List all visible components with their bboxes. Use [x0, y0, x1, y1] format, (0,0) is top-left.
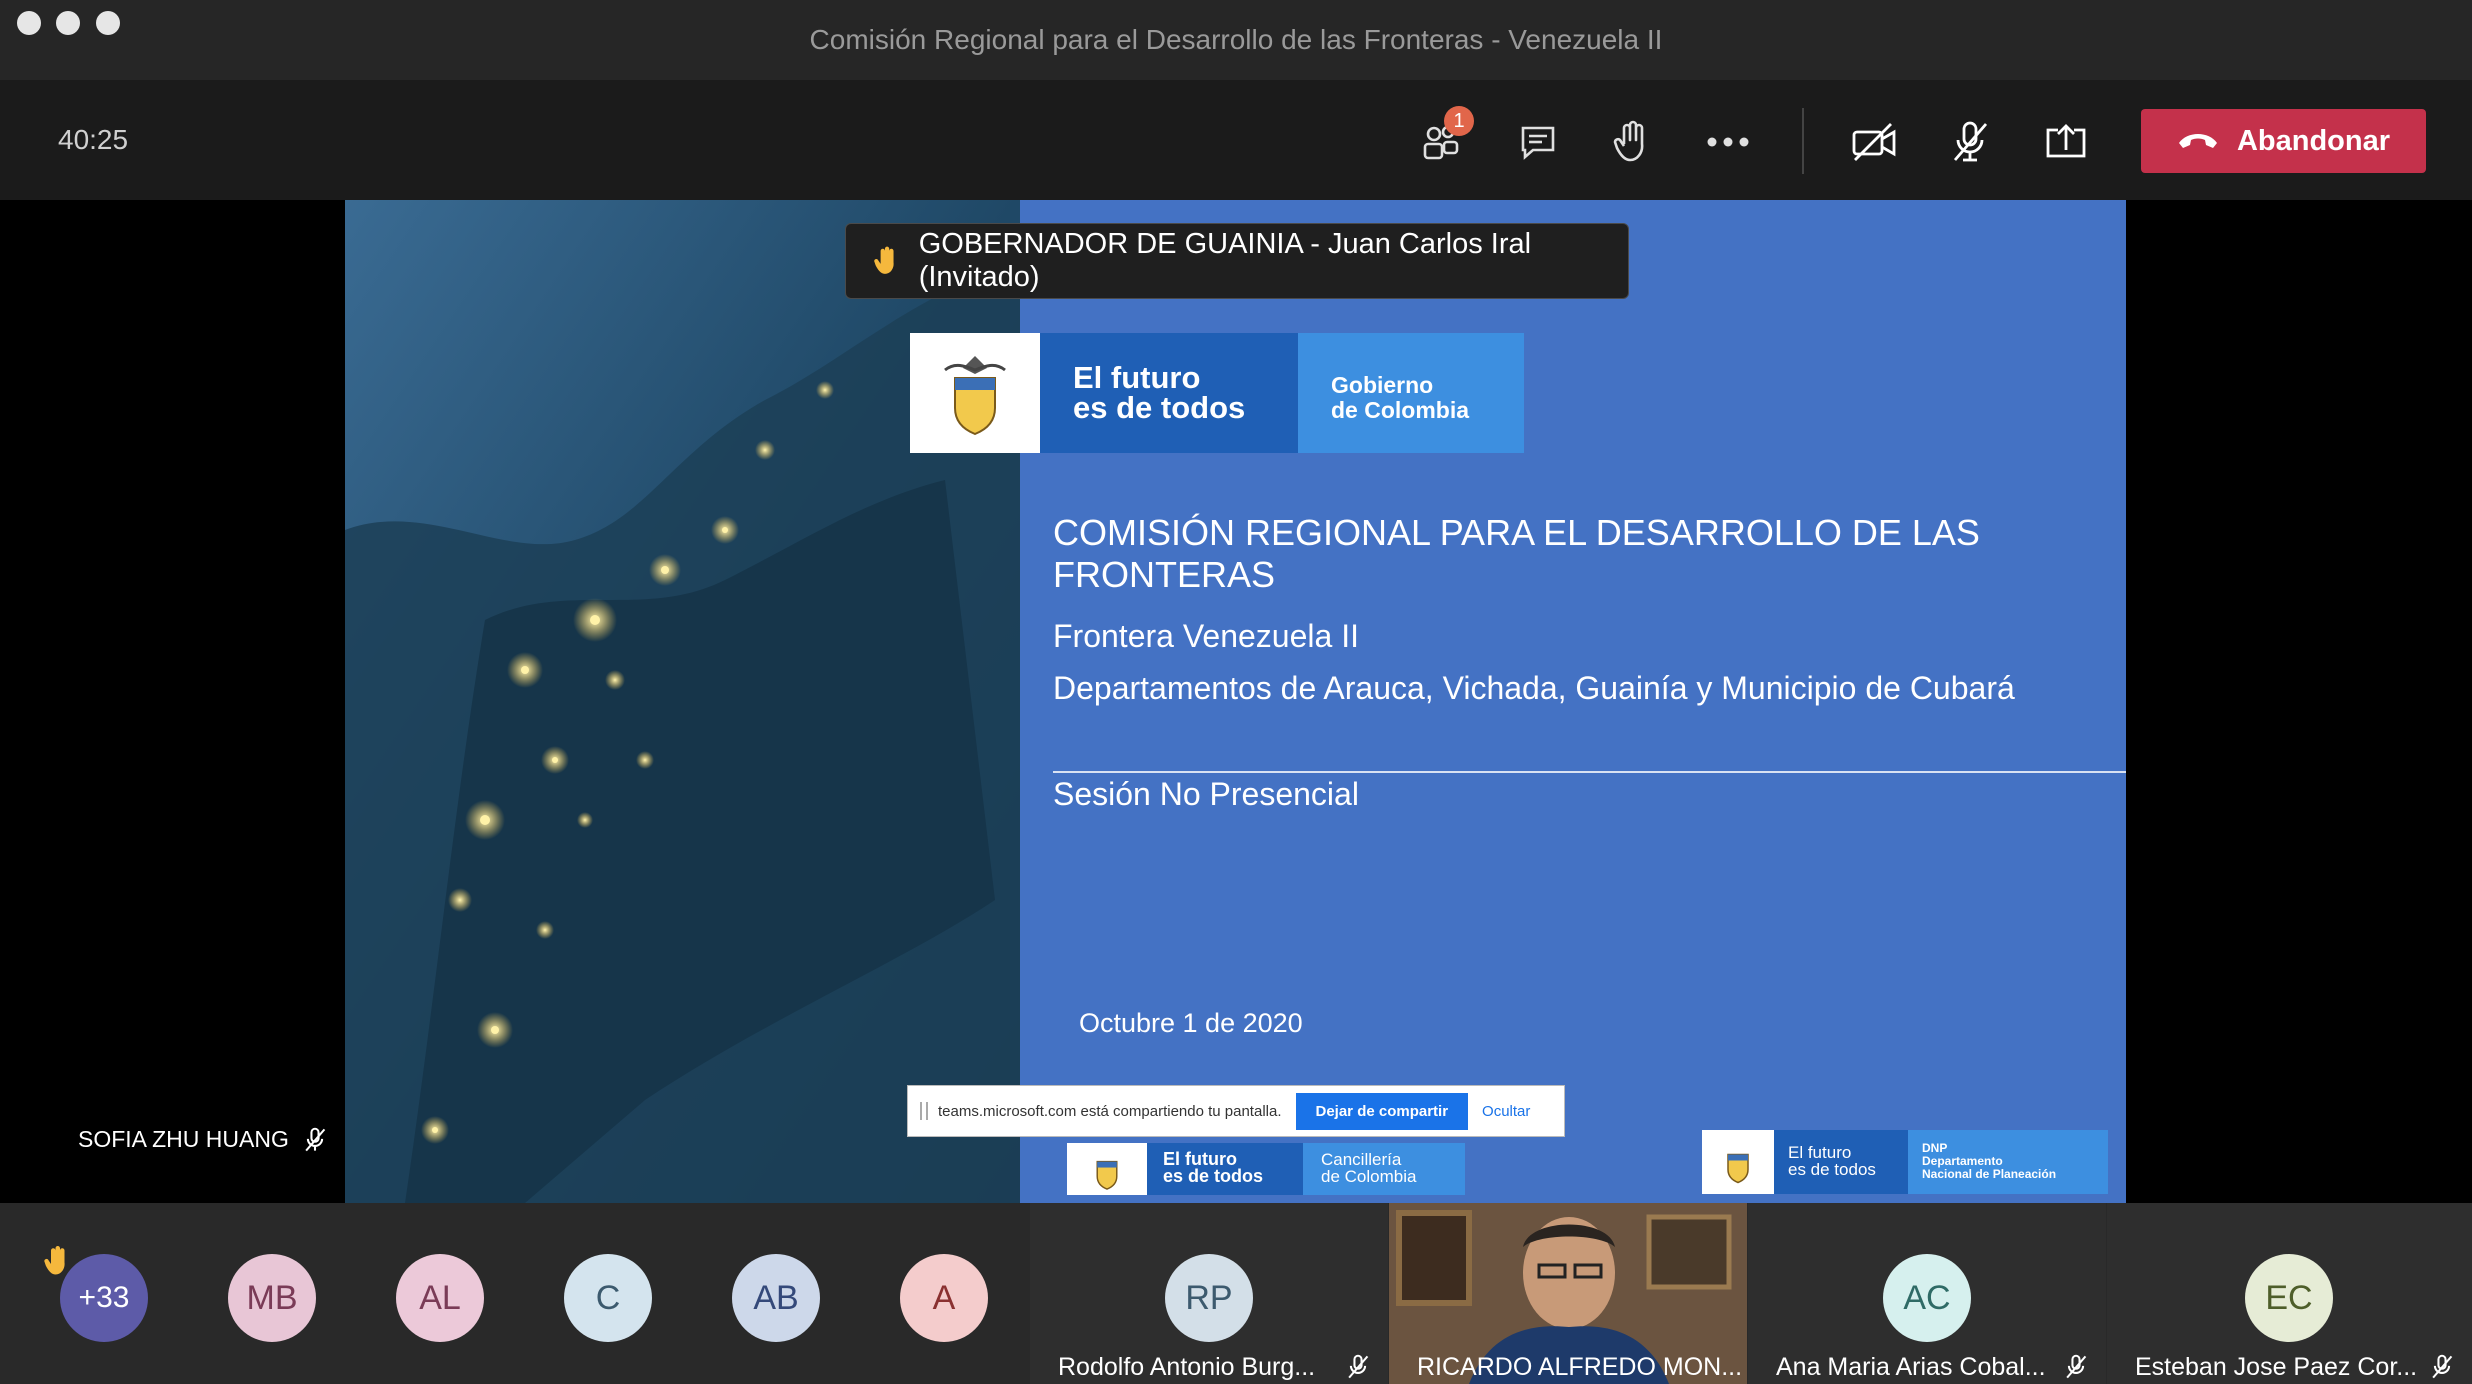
more-participants-button[interactable]: +33 — [60, 1254, 148, 1342]
participant-video-tile[interactable]: RICARDO ALFREDO MON... — [1389, 1203, 1747, 1384]
slide-divider — [1053, 771, 2126, 773]
participants-badge: 1 — [1444, 106, 1474, 136]
participant-tile[interactable]: AC Ana Maria Arias Cobal... — [1748, 1203, 2106, 1384]
chat-icon — [1521, 126, 1555, 160]
meeting-toolbar: 40:25 1 Abandonar — [0, 80, 2472, 200]
footer1-right1: Cancillería — [1321, 1150, 1402, 1169]
mic-off-icon — [1348, 1354, 1369, 1379]
participant-avatar: AC — [1883, 1254, 1971, 1342]
logo-gov-line1: Gobierno — [1331, 372, 1434, 398]
presenter-name: SOFIA ZHU HUANG — [78, 1126, 289, 1152]
mic-toggle-button[interactable] — [1938, 110, 2002, 174]
slide-subtitle: Frontera Venezuela II — [1053, 618, 1359, 654]
government-logo: El futuro es de todos Gobierno de Colomb… — [910, 333, 1524, 453]
participant-name: Esteban Jose Paez Cor... — [2135, 1353, 2418, 1381]
share-screen-button[interactable] — [2034, 110, 2098, 174]
mic-off-icon — [2432, 1354, 2453, 1379]
participant-tile[interactable]: RP Rodolfo Antonio Burg... — [1030, 1203, 1388, 1384]
presenter-label: SOFIA ZHU HUANG — [78, 1126, 327, 1153]
camera-off-icon — [1852, 123, 1896, 161]
mic-off-icon — [1953, 121, 1988, 162]
toolbar-divider — [1802, 108, 1804, 174]
window-title: Comisión Regional para el Desarrollo de … — [809, 24, 1663, 55]
leave-label: Abandonar — [2236, 124, 2391, 157]
footer2-right3: Nacional de Planeación — [1922, 1167, 2057, 1181]
screen-share-notification: teams.microsoft.com está compartiendo tu… — [907, 1085, 1565, 1137]
slide-title: COMISIÓN REGIONAL PARA EL DESARROLLO DE … — [1053, 512, 1980, 595]
more-actions-button[interactable] — [1696, 110, 1760, 174]
footer2-line2: es de todos — [1788, 1160, 1876, 1179]
stop-sharing-button[interactable]: Dejar de compartir — [1295, 1092, 1469, 1130]
participant-avatar[interactable]: AB — [732, 1254, 820, 1342]
logo-gov-line2: de Colombia — [1331, 397, 1470, 423]
mic-off-icon — [2066, 1354, 2087, 1379]
participant-avatar[interactable]: A — [900, 1254, 988, 1342]
slide-session: Sesión No Presencial — [1053, 776, 1359, 812]
camera-toggle-button[interactable] — [1842, 110, 1906, 174]
hide-button[interactable]: Ocultar — [1482, 1103, 1530, 1120]
participant-avatar[interactable]: MB — [228, 1254, 316, 1342]
footer1-line2: es de todos — [1163, 1166, 1264, 1186]
logo-line1: El futuro — [1073, 360, 1201, 395]
coat-of-arms-small-icon — [1702, 1130, 1774, 1194]
shared-content-stage: El futuro es de todos Gobierno de Colomb… — [0, 200, 2472, 1203]
window-titlebar: Comisión Regional para el Desarrollo de … — [0, 0, 2472, 81]
slide-departments: Departamentos de Arauca, Vichada, Guainí… — [1053, 670, 2015, 706]
raised-hand-icon — [874, 246, 894, 274]
participant-tile[interactable]: EC Esteban Jose Paez Cor... — [2107, 1203, 2472, 1384]
logo-line2: es de todos — [1073, 390, 1246, 425]
participant-name: RICARDO ALFREDO MON... — [1417, 1353, 1743, 1381]
footer2-line1: El futuro — [1788, 1143, 1852, 1162]
raised-hand-banner: GOBERNADOR DE GUAINIA - Juan Carlos Iral… — [845, 223, 1629, 299]
coat-of-arms-emblem — [910, 333, 1040, 453]
drag-handle-icon[interactable] — [920, 1102, 928, 1120]
more-icon — [1707, 137, 1749, 147]
mic-off-icon — [305, 1127, 326, 1151]
hand-icon — [1613, 120, 1644, 162]
participant-avatar[interactable]: AL — [396, 1254, 484, 1342]
presentation-slide: El futuro es de todos Gobierno de Colomb… — [345, 200, 2126, 1203]
footer1-right2: de Colombia — [1321, 1167, 1417, 1186]
call-timer: 40:25 — [58, 124, 129, 155]
raised-hand-text: GOBERNADOR DE GUAINIA - Juan Carlos Iral… — [918, 228, 1532, 293]
coat-of-arms-small-icon — [1067, 1143, 1147, 1195]
cancilleria-logo: El futuro es de todos Cancillería de Col… — [1067, 1143, 1465, 1195]
participant-name: Ana Maria Arias Cobal... — [1776, 1353, 2046, 1381]
dnp-logo: El futuro es de todos DNP Departamento N… — [1702, 1130, 2108, 1194]
participant-name: Rodolfo Antonio Burg... — [1058, 1353, 1316, 1381]
participants-button[interactable]: 1 — [1410, 106, 1474, 174]
share-message: teams.microsoft.com está compartiendo tu… — [938, 1102, 1282, 1120]
participant-strip: +33 MB AL C AB A RP Rodolfo Antonio Burg… — [0, 1203, 2472, 1384]
slide-date: Octubre 1 de 2020 — [1079, 1008, 1303, 1038]
participant-avatar: EC — [2245, 1254, 2333, 1342]
leave-call-button[interactable]: Abandonar — [2141, 109, 2426, 173]
chat-button[interactable] — [1506, 110, 1570, 174]
participant-avatar: RP — [1165, 1254, 1253, 1342]
share-screen-icon — [2046, 124, 2086, 158]
raise-hand-button[interactable] — [1600, 110, 1664, 174]
participant-avatar[interactable]: C — [564, 1254, 652, 1342]
hang-up-icon — [2178, 134, 2217, 148]
